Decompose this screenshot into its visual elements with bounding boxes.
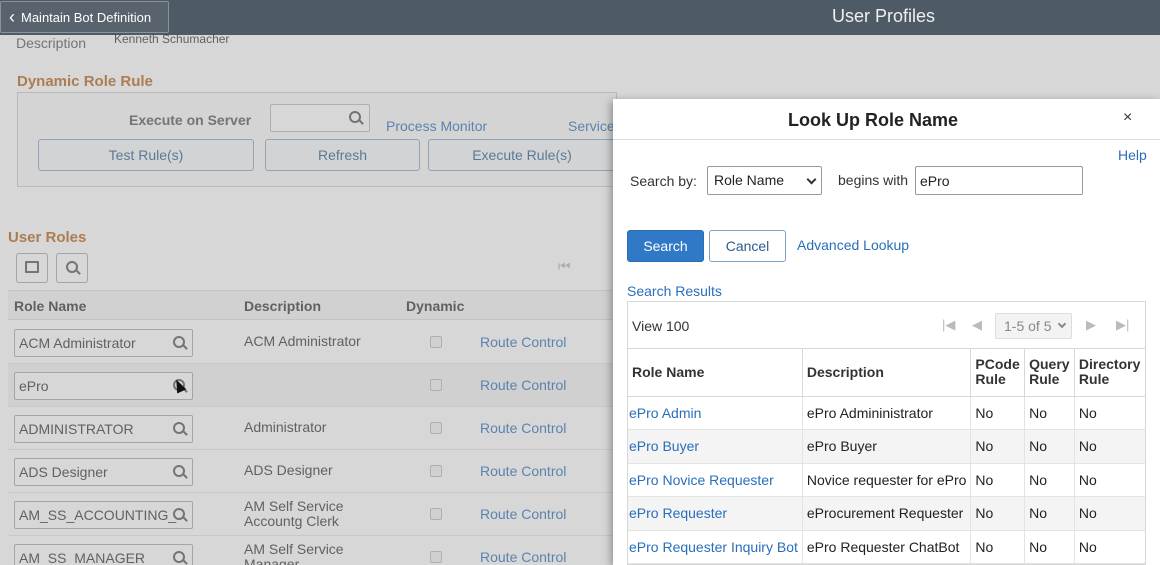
result-pcode: No xyxy=(970,429,1026,464)
result-directory: No xyxy=(1074,429,1145,464)
table-row[interactable]: ePro Requester eProcurement Requester No… xyxy=(628,496,1145,531)
page-title: User Profiles xyxy=(832,6,936,26)
result-directory: No xyxy=(1074,396,1145,430)
result-pcode: No xyxy=(970,463,1026,497)
search-button[interactable]: Search xyxy=(627,230,704,262)
col-role-name[interactable]: Role Name xyxy=(628,349,803,397)
result-query: No xyxy=(1024,429,1075,464)
result-description: eProcurement Requester xyxy=(802,496,972,531)
chevron-down-icon xyxy=(1057,319,1067,329)
result-directory: No xyxy=(1074,496,1145,531)
close-icon[interactable]: × xyxy=(1123,109,1132,127)
search-results-grid: View 100 |◀ ◀ 1-5 of 5 ▶ ▶| Role Name De… xyxy=(627,301,1146,565)
search-results-title: Search Results xyxy=(627,283,722,299)
chevron-left-icon: ‹ xyxy=(9,7,15,27)
result-role-link[interactable]: ePro Novice Requester xyxy=(628,463,803,497)
advanced-lookup-link[interactable]: Advanced Lookup xyxy=(797,237,909,253)
divider xyxy=(613,139,1160,140)
view-100-link[interactable]: View 100 xyxy=(632,318,689,334)
last-page-icon[interactable]: ▶| xyxy=(1116,317,1129,333)
search-by-select[interactable]: Role Name xyxy=(707,166,822,195)
col-query-rule[interactable]: Query Rule xyxy=(1024,349,1075,397)
result-role-link[interactable]: ePro Requester Inquiry Bot xyxy=(628,530,803,564)
previous-page-icon[interactable]: ◀ xyxy=(972,317,982,333)
result-description: ePro Admininistrator xyxy=(802,396,972,430)
chevron-down-icon xyxy=(806,174,817,185)
begins-with-input[interactable]: ePro xyxy=(915,166,1083,195)
table-row[interactable]: ePro Novice Requester Novice requester f… xyxy=(628,463,1145,497)
result-query: No xyxy=(1024,396,1075,430)
begins-with-label: begins with xyxy=(838,172,909,188)
result-description: ePro Requester ChatBot xyxy=(802,530,972,564)
col-directory-rule[interactable]: Directory Rule xyxy=(1074,349,1145,397)
back-button[interactable]: ‹ Maintain Bot Definition xyxy=(0,1,169,33)
col-description[interactable]: Description xyxy=(802,349,972,397)
search-by-label: Search by: xyxy=(630,173,697,189)
cancel-button[interactable]: Cancel xyxy=(709,230,786,262)
table-row[interactable]: ePro Buyer ePro Buyer No No No xyxy=(628,429,1145,464)
results-table: Role Name Description PCode Rule Query R… xyxy=(628,349,1145,564)
app-header: ‹ Maintain Bot Definition User Profiles xyxy=(0,0,1160,35)
result-description: ePro Buyer xyxy=(802,429,972,464)
next-page-icon[interactable]: ▶ xyxy=(1086,317,1096,333)
result-query: No xyxy=(1024,463,1075,497)
result-pcode: No xyxy=(970,496,1026,531)
result-query: No xyxy=(1024,496,1075,531)
result-pcode: No xyxy=(970,530,1026,564)
result-directory: No xyxy=(1074,463,1145,497)
back-button-label: Maintain Bot Definition xyxy=(21,9,152,25)
result-query: No xyxy=(1024,530,1075,564)
result-role-link[interactable]: ePro Requester xyxy=(628,496,803,531)
col-pcode-rule[interactable]: PCode Rule xyxy=(970,349,1026,397)
first-page-icon[interactable]: |◀ xyxy=(942,317,955,333)
result-pcode: No xyxy=(970,396,1026,430)
table-row[interactable]: ePro Admin ePro Admininistrator No No No xyxy=(628,396,1145,430)
result-role-link[interactable]: ePro Buyer xyxy=(628,429,803,464)
dialog-title: Look Up Role Name xyxy=(787,110,959,130)
lookup-role-name-dialog: Look Up Role Name × Help Search by: Role… xyxy=(613,99,1160,565)
results-toolbar: View 100 |◀ ◀ 1-5 of 5 ▶ ▶| xyxy=(628,302,1145,349)
page-range-select[interactable]: 1-5 of 5 xyxy=(995,313,1072,339)
result-role-link[interactable]: ePro Admin xyxy=(628,396,803,430)
table-row[interactable]: ePro Requester Inquiry Bot ePro Requeste… xyxy=(628,530,1145,564)
result-directory: No xyxy=(1074,530,1145,564)
help-link[interactable]: Help xyxy=(1118,147,1147,163)
result-description: Novice requester for ePro xyxy=(802,463,972,497)
